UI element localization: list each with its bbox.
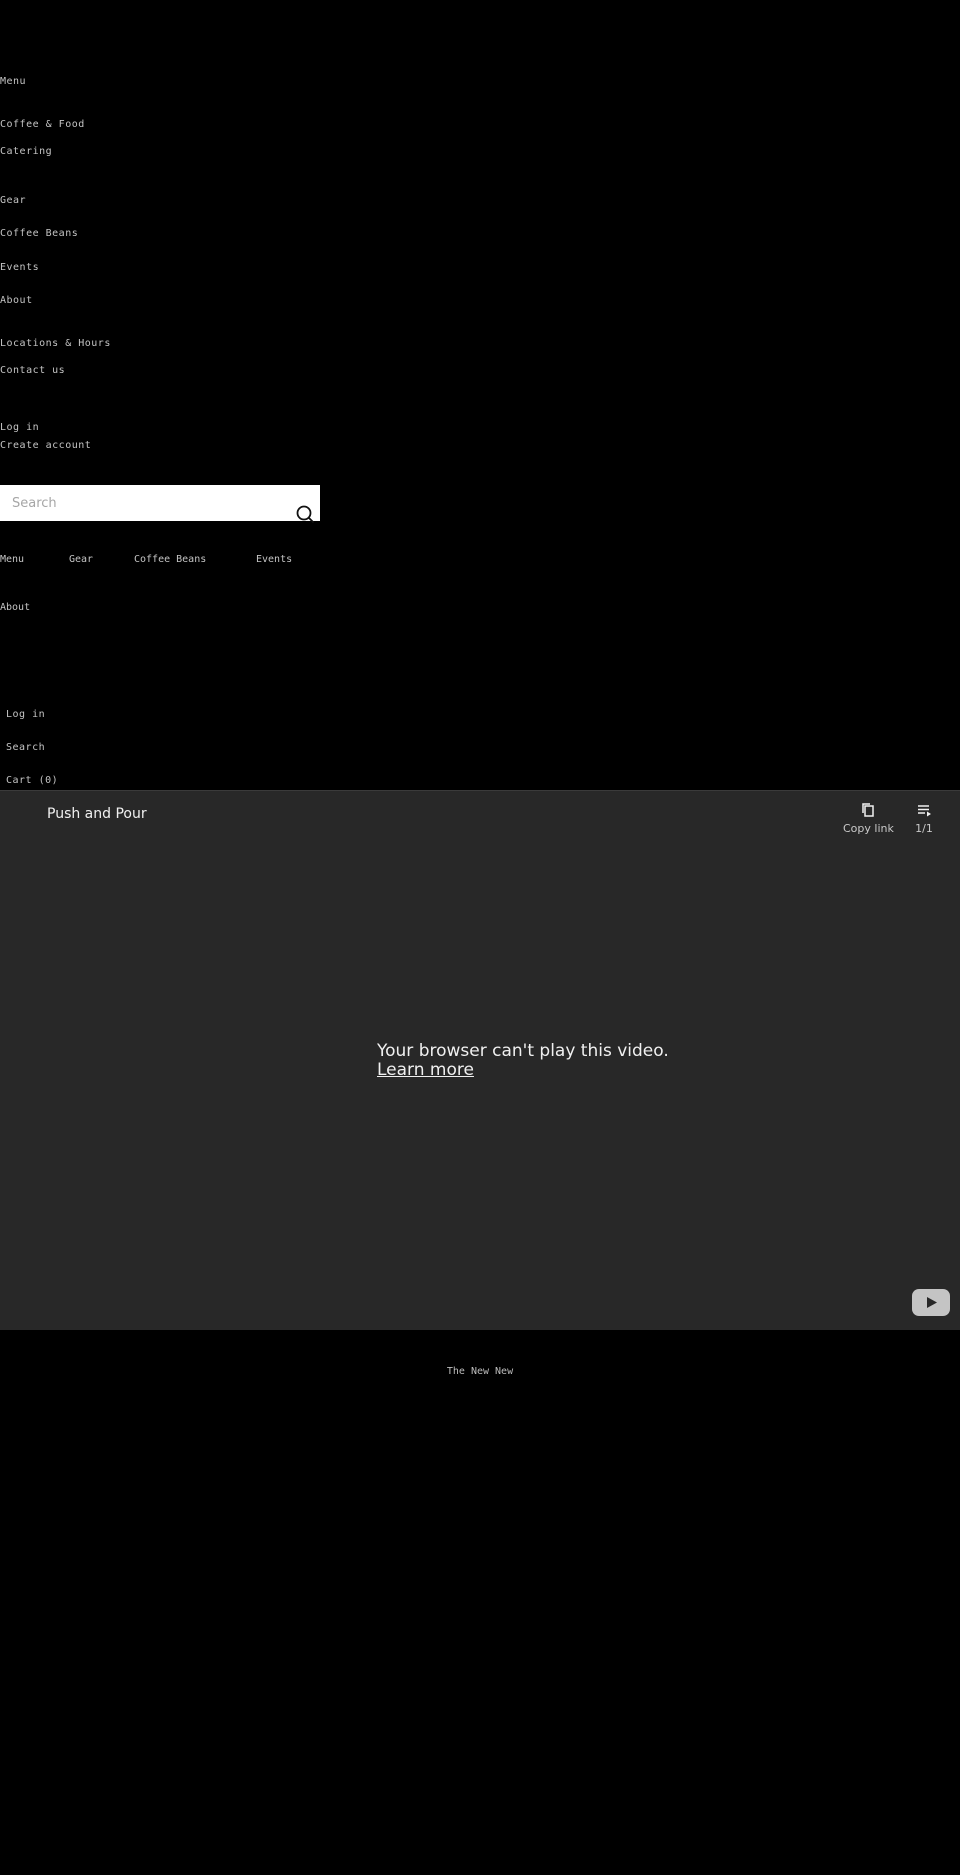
playlist-button[interactable]: 1/1	[915, 801, 933, 835]
playlist-position: 1/1	[915, 822, 933, 835]
header-nav-gear[interactable]: Gear	[69, 554, 93, 565]
playlist-icon	[918, 805, 931, 817]
nav-coffee-food[interactable]: Coffee & Food	[0, 119, 85, 131]
nav-locations-hours[interactable]: Locations & Hours	[0, 338, 111, 350]
nav-gear[interactable]: Gear	[0, 195, 26, 207]
nav-menu[interactable]: Menu	[0, 76, 26, 88]
video-player[interactable]: Push and Pour Copy link 1/1 Your browser…	[0, 790, 960, 1330]
footer-text: The New New	[446, 1366, 514, 1377]
video-title[interactable]: Push and Pour	[47, 806, 147, 822]
youtube-logo-icon[interactable]	[912, 1289, 950, 1316]
header-nav-coffee-beans[interactable]: Coffee Beans	[134, 554, 206, 565]
learn-more-link[interactable]: Learn more	[377, 1061, 669, 1080]
copy-link-label: Copy link	[843, 822, 894, 835]
error-message: Your browser can't play this video.	[377, 1041, 669, 1061]
header-nav-menu[interactable]: Menu	[0, 554, 24, 565]
search-button[interactable]	[292, 501, 320, 529]
header-search[interactable]: Search	[6, 742, 45, 754]
nav-create-account[interactable]: Create account	[0, 440, 91, 452]
nav-contact-us[interactable]: Contact us	[0, 365, 65, 377]
nav-catering[interactable]: Catering	[0, 146, 52, 158]
copy-link-button[interactable]: Copy link	[843, 801, 894, 835]
search-form	[0, 485, 320, 523]
nav-events[interactable]: Events	[0, 262, 39, 274]
search-icon	[296, 505, 314, 523]
nav-log-in[interactable]: Log in	[0, 422, 39, 434]
nav-about[interactable]: About	[0, 295, 33, 307]
header-log-in[interactable]: Log in	[6, 709, 45, 721]
header-cart[interactable]: Cart (0)	[6, 775, 58, 787]
nav-coffee-beans[interactable]: Coffee Beans	[0, 228, 78, 240]
search-input[interactable]	[0, 485, 280, 521]
header-nav-about[interactable]: About	[0, 602, 30, 613]
header-nav-events[interactable]: Events	[256, 554, 292, 565]
copy-icon	[862, 803, 875, 817]
playback-error: Your browser can't play this video. Lear…	[377, 1042, 669, 1080]
